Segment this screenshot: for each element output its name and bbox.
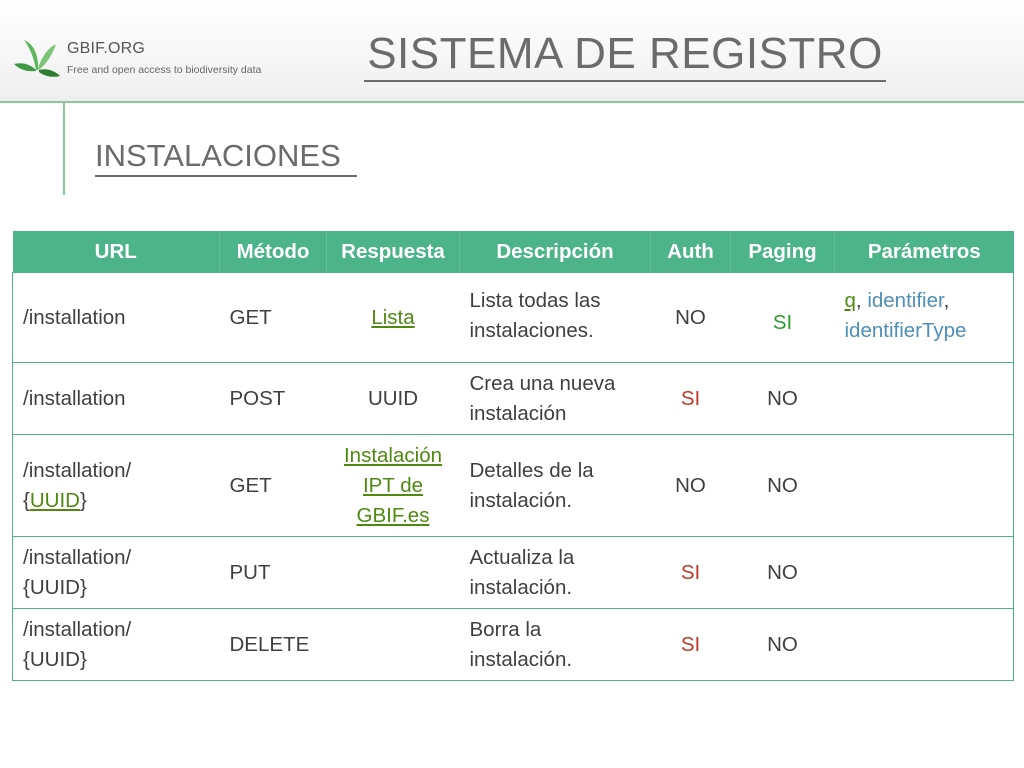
cell-url: /installation/{UUID} [12,536,220,609]
cell-paging: NO [730,434,835,537]
column-header-description: Descripción [459,231,651,273]
response-link-instalacion[interactable]: Instalación IPT de GBIF.es [344,444,442,527]
cell-parameters: q, identifier, identifierType [844,289,967,342]
section-title: INSTALACIONES [95,137,357,177]
table-row: /installation/{UUID} PUT Actualiza la ins… [12,536,1014,609]
cell-parameters [834,536,1014,609]
param-identifier: identifier [867,289,944,312]
cell-url: /installation [23,305,126,329]
uuid-link[interactable]: UUID [30,489,80,512]
slide-title: SISTEMA DE REGISTRO [364,28,886,82]
endpoints-table: URL Método Respuesta Descripción Auth Pa… [12,231,1014,681]
table-row: /installation/{UUID} DELETE Borra la inst… [12,608,1014,681]
cell-method: GET [229,305,272,329]
cell-parameters [834,434,1014,537]
column-header-parameters: Parámetros [834,231,1014,273]
cell-response: Lista [327,273,460,363]
cell-auth: SI [650,536,731,609]
cell-url: /installation/{UUID} [12,434,220,537]
column-header-response: Respuesta [326,231,460,273]
table-row: /installation POST UUID Crea una nueva in… [12,362,1014,435]
column-header-paging: Paging [730,231,835,273]
left-rule [63,103,65,195]
brand-tagline: Free and open access to biodiversity dat… [67,64,262,76]
cell-url: /installation/{UUID} [12,608,220,681]
cell-paging: SI [772,310,793,334]
cell-auth: SI [650,608,731,681]
cell-response [326,608,460,681]
cell-method: DELETE [219,608,327,681]
cell-description: Detalles de la instalación. [459,434,651,537]
cell-description: Actualiza la instalación. [459,536,651,609]
cell-description: Borra la instalación. [459,608,651,681]
cell-method: POST [219,362,327,435]
cell-auth: NO [650,434,731,537]
column-header-url: URL [12,231,220,273]
table-row: /installation GET Lista Lista todas las i… [13,273,1014,363]
gbif-leaf-logo-icon [14,40,60,77]
cell-method: PUT [219,536,327,609]
cell-url: /installation [12,362,220,435]
cell-response: Instalación IPT de GBIF.es [326,434,460,537]
cell-parameters [834,362,1014,435]
table-row: /installation/{UUID} GET Instalación IPT … [12,434,1014,537]
response-link-lista[interactable]: Lista [371,306,414,329]
param-identifier-type: identifierType [844,319,967,342]
cell-parameters [834,608,1014,681]
cell-paging: NO [730,362,835,435]
column-header-auth: Auth [650,231,731,273]
table-header-row: URL Método Respuesta Descripción Auth Pa… [12,231,1014,273]
cell-description: Crea una nueva instalación [459,362,651,435]
cell-auth: NO [675,305,706,329]
cell-paging: NO [730,608,835,681]
cell-auth: SI [650,362,731,435]
column-header-method: Método [219,231,327,273]
cell-paging: NO [730,536,835,609]
param-link-q[interactable]: q [845,289,856,312]
cell-response: UUID [326,362,460,435]
cell-response [326,536,460,609]
cell-description: Lista todas las instalaciones. [469,289,601,342]
brand-name: GBIF.ORG [67,40,146,57]
cell-method: GET [219,434,327,537]
